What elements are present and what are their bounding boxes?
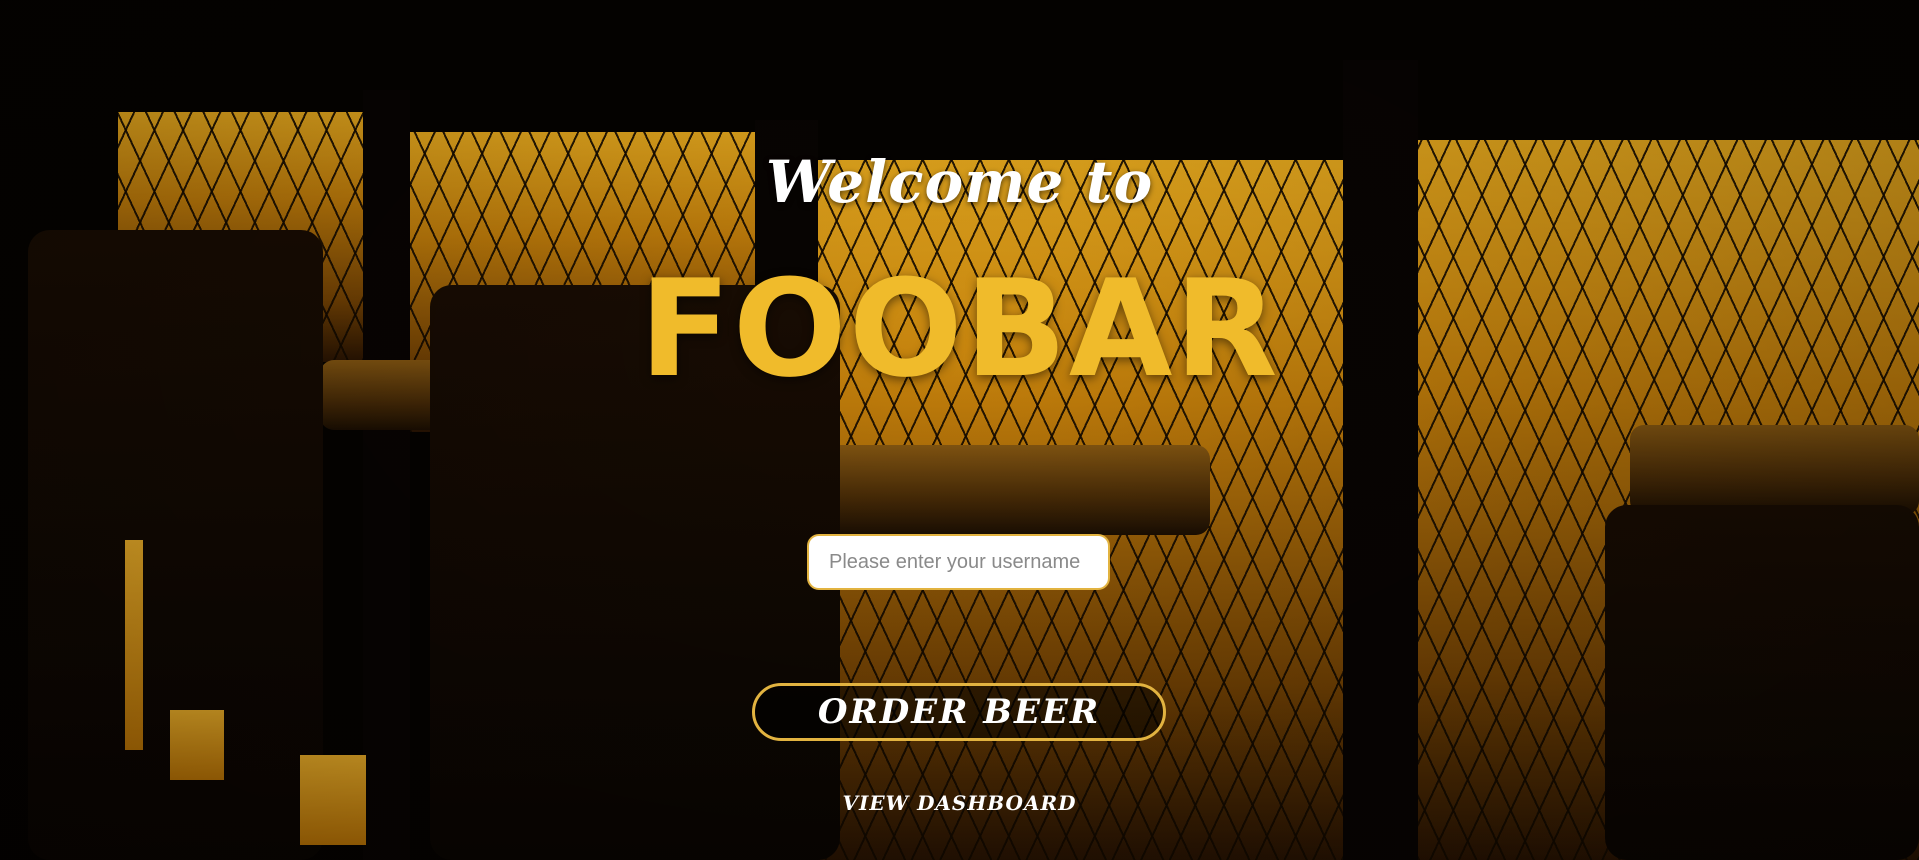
dashboard-link-row: VIEW DASHBOARD	[0, 791, 1919, 815]
view-dashboard-link[interactable]: VIEW DASHBOARD	[843, 791, 1077, 815]
order-beer-button[interactable]: ORDER BEER	[752, 683, 1166, 741]
hero-section: Welcome to FOOBAR ORDER BEER VIEW DASHBO…	[0, 0, 1919, 860]
welcome-heading: Welcome to	[765, 148, 1154, 216]
username-input[interactable]	[807, 534, 1110, 590]
landing-page: Welcome to FOOBAR ORDER BEER VIEW DASHBO…	[0, 0, 1919, 860]
brand-title: FOOBAR	[639, 251, 1280, 407]
